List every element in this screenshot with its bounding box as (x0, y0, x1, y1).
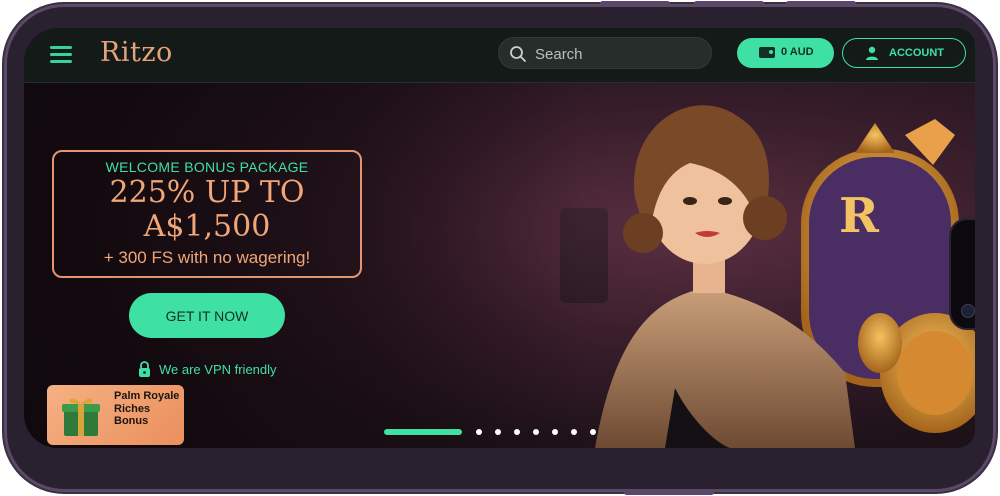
vpn-text: We are VPN friendly (159, 362, 277, 377)
account-button[interactable]: ACCOUNT (842, 38, 966, 68)
camera-lens-icon (961, 304, 975, 318)
camera-notch (949, 218, 975, 330)
phone-side-button (694, 1, 764, 6)
phone-side-button (600, 1, 670, 6)
carousel-dot[interactable] (533, 429, 539, 435)
bonus-title: WELCOME BONUS PACKAGE (105, 159, 309, 175)
balance-button[interactable]: 0 AUD (737, 38, 834, 68)
carousel-dot[interactable] (590, 429, 596, 435)
search-box[interactable] (498, 37, 712, 69)
get-it-now-button[interactable]: GET IT NOW (129, 293, 285, 338)
hero-banner: R WELCOME BONUS PACKAGE 225% UP TO A$1,5… (24, 83, 975, 448)
brand-logo[interactable]: Ritzo (100, 37, 173, 68)
gift-box-icon (62, 398, 100, 436)
bonus-amount-line-2: A$1,500 (143, 209, 271, 244)
carousel-dot[interactable] (514, 429, 520, 435)
phone-side-button (624, 490, 714, 495)
screen: Ritzo 0 AUD ACCOUNT (24, 28, 975, 448)
carousel-dot[interactable] (495, 429, 501, 435)
carousel-dot[interactable] (476, 429, 482, 435)
user-icon (866, 46, 878, 60)
bonus-free-spins: + 300 FS with no wagering! (103, 248, 311, 267)
search-input[interactable] (533, 42, 707, 66)
hamburger-menu-icon[interactable] (50, 46, 72, 64)
reel-letter-badge: R (839, 188, 879, 244)
account-label: ACCOUNT (889, 47, 944, 59)
carousel-dot[interactable] (384, 429, 462, 435)
lock-icon (139, 361, 150, 377)
promo-label: Palm Royale Riches Bonus (114, 390, 180, 427)
bonus-amount-line-1: 225% UP TO (109, 175, 305, 210)
phone-side-button (786, 1, 856, 6)
wallet-icon (759, 47, 775, 58)
carousel-dot[interactable] (571, 429, 577, 435)
balance-label: 0 AUD (781, 46, 814, 58)
bonus-amount: 225% UP TO A$1,500 (54, 176, 360, 244)
promo-bonus-card[interactable]: Palm Royale Riches Bonus (47, 385, 184, 445)
top-navbar: Ritzo 0 AUD ACCOUNT (24, 28, 975, 83)
hero-illustration (595, 105, 975, 448)
welcome-bonus-box: WELCOME BONUS PACKAGE 225% UP TO A$1,500… (52, 150, 362, 278)
carousel-dot[interactable] (552, 429, 558, 435)
search-icon (510, 46, 526, 62)
